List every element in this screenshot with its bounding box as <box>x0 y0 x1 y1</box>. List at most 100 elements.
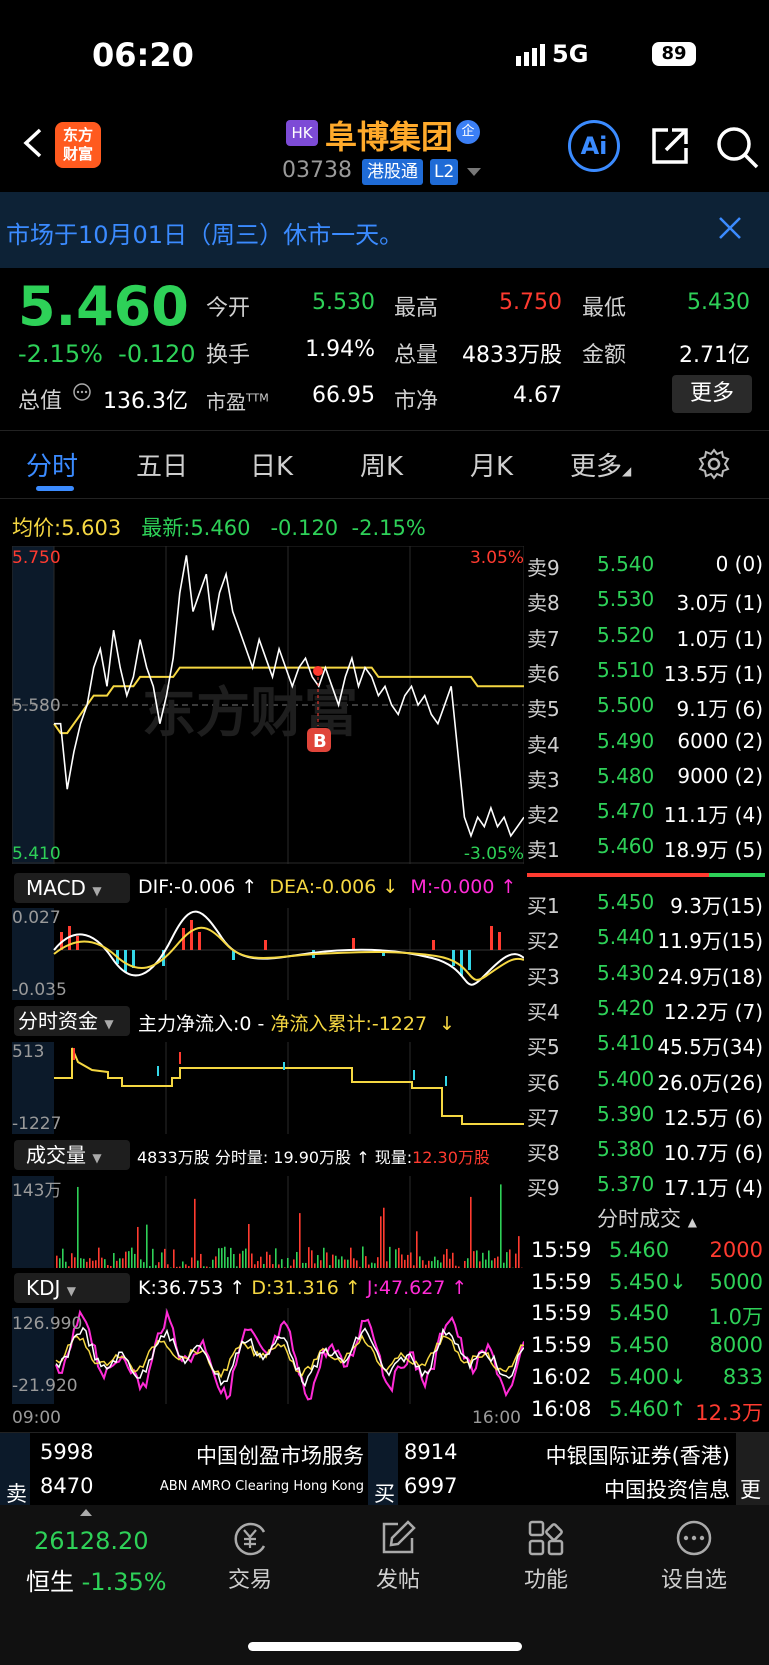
bid-row[interactable]: 买7 5.390 12.5万 (6) <box>527 1102 765 1134</box>
trade-time: 16:08 <box>531 1396 592 1421</box>
volume-bar <box>272 1264 274 1268</box>
fund-svg <box>12 1042 524 1134</box>
sell-broker-name[interactable]: 中国创盈市场服务 <box>174 1440 364 1470</box>
buy-broker-name[interactable]: 中银国际证券(香港) <box>500 1440 730 1470</box>
info-icon[interactable] <box>72 382 92 402</box>
volume-bar <box>65 1261 67 1268</box>
bid-row[interactable]: 买9 5.370 17.1万 (4) <box>527 1172 765 1204</box>
more-dots-icon[interactable] <box>674 1518 714 1558</box>
enterprise-badge: 企 <box>456 120 480 144</box>
tab-more[interactable]: 更多◢ <box>570 446 631 483</box>
search-icon[interactable] <box>714 124 760 170</box>
index-quote[interactable]: 恒生 -1.35% <box>26 1562 167 1597</box>
ask-volume: 9.1万 (6) <box>676 697 764 722</box>
ask-volume: 18.9万 (5) <box>663 838 763 863</box>
bid-row[interactable]: 买8 5.380 10.7万 (6) <box>527 1137 765 1169</box>
volume-bar <box>59 1258 61 1268</box>
tab-intraday[interactable]: 分时 <box>26 446 78 483</box>
volume-bar <box>233 1254 235 1268</box>
volume-bar <box>452 1252 454 1268</box>
tab-monthly-k[interactable]: 月K <box>470 446 513 483</box>
amount-label: 金额 <box>582 343 627 368</box>
sell-broker-name[interactable]: ABN AMRO Clearing Hong Kong <box>120 1479 364 1494</box>
ask-level: 卖7 <box>527 626 560 651</box>
nav-trade[interactable]: 交易 <box>210 1562 290 1594</box>
more-button[interactable]: 更多 <box>672 375 752 413</box>
trades-title[interactable]: 分时成交 ▲ <box>597 1203 697 1233</box>
bid-row[interactable]: 买5 5.410 45.5万(34) <box>527 1031 765 1063</box>
nav-function[interactable]: 功能 <box>506 1562 586 1594</box>
volume-bar <box>176 1266 178 1268</box>
ask-row[interactable]: 卖4 5.490 6000 (2) <box>527 729 765 761</box>
index-value[interactable]: 26128.20 <box>34 1527 149 1555</box>
nav-add-watchlist[interactable]: 设自选 <box>654 1562 734 1594</box>
bid-row[interactable]: 买2 5.440 11.9万(15) <box>527 925 765 957</box>
bid-price: 5.400 <box>597 1066 655 1091</box>
ask-row[interactable]: 卖8 5.530 3.0万 (1) <box>527 587 765 619</box>
volume-bar <box>149 1266 151 1268</box>
notice-text[interactable]: 市场于10月01日（周三）休市一天。 <box>6 215 403 250</box>
buy-broker-name[interactable]: 中国投资信息 <box>530 1474 730 1504</box>
chevron-down-icon[interactable] <box>467 168 481 176</box>
tab-five-day[interactable]: 五日 <box>136 446 188 483</box>
trade-volume: 5000 <box>709 1269 763 1294</box>
ask-row[interactable]: 卖1 5.460 18.9万 (5) <box>527 834 765 866</box>
kdj-selector[interactable]: KDJ ▼ <box>14 1273 130 1303</box>
ask-volume: 6000 (2) <box>677 728 763 753</box>
nav-post[interactable]: 发帖 <box>358 1562 438 1594</box>
volume-bar <box>125 1251 127 1268</box>
tab-weekly-k[interactable]: 周K <box>360 446 403 483</box>
volume-bar <box>302 1262 304 1268</box>
bid-volume: 24.9万(18) <box>657 964 763 989</box>
ask-row[interactable]: 卖5 5.500 9.1万 (6) <box>527 693 765 725</box>
volume-bar <box>494 1258 496 1268</box>
ask-row[interactable]: 卖6 5.510 13.5万 (1) <box>527 658 765 690</box>
bid-row[interactable]: 买6 5.400 26.0万(26) <box>527 1067 765 1099</box>
mktcap-label: 总值 <box>18 389 63 414</box>
close-icon[interactable] <box>718 216 742 240</box>
gear-icon[interactable] <box>698 448 730 480</box>
tab-daily-k[interactable]: 日K <box>250 446 293 483</box>
bid-row[interactable]: 买1 5.450 9.3万(15) <box>527 890 765 922</box>
volume-bar <box>155 1265 157 1268</box>
broker-more-button[interactable]: 更 <box>736 1433 769 1505</box>
bid-row[interactable]: 买3 5.430 24.9万(18) <box>527 961 765 993</box>
ask-row[interactable]: 卖2 5.470 11.1万 (4) <box>527 799 765 831</box>
pe-label: 市盈TTM <box>206 390 269 414</box>
post-icon[interactable] <box>378 1518 418 1558</box>
volume-bar <box>380 1216 382 1268</box>
volume-selector[interactable]: 成交量 ▼ <box>14 1140 130 1170</box>
volume-bar <box>128 1251 130 1268</box>
ask-price: 5.510 <box>597 657 655 682</box>
intraday-chart[interactable]: 东方财富 B 5.750 5.580 5.410 3.05% -3.05% <box>11 545 525 864</box>
volume-bar <box>353 1258 355 1268</box>
app-logo: 东方 财富 <box>55 122 101 168</box>
sell-broker-label: 卖 <box>6 1482 27 1506</box>
kdj-axis-top: 126.990 <box>12 1314 83 1334</box>
bid-row[interactable]: 买4 5.420 12.2万 (7) <box>527 996 765 1028</box>
ask-row[interactable]: 卖9 5.540 0 (0) <box>527 552 765 584</box>
volume-bar <box>215 1256 217 1268</box>
macd-selector[interactable]: MACD ▼ <box>14 873 130 903</box>
apps-icon[interactable] <box>526 1518 566 1558</box>
ai-button[interactable]: Ai <box>568 120 620 172</box>
fund-selector[interactable]: 分时资金 ▼ <box>14 1006 130 1036</box>
back-icon[interactable] <box>18 128 48 158</box>
volume-bar <box>326 1252 328 1268</box>
bid-level: 买1 <box>527 894 560 918</box>
stock-name[interactable]: 阜博集团 <box>325 112 453 158</box>
ask-row[interactable]: 卖7 5.520 1.0万 (1) <box>527 623 765 655</box>
amount-value: 2.71亿 <box>679 343 750 368</box>
volume-bar <box>134 1253 136 1268</box>
trade-icon[interactable] <box>230 1518 270 1558</box>
bid-price: 5.370 <box>597 1172 655 1197</box>
chevron-up-icon[interactable] <box>80 1509 92 1516</box>
share-icon[interactable] <box>648 124 692 168</box>
volume-bar <box>407 1254 409 1268</box>
trade-row: 16:02 5.400↓ 833 <box>527 1365 765 1395</box>
volume-bar <box>77 1186 79 1268</box>
volume-bar <box>317 1255 319 1268</box>
ask-row[interactable]: 卖3 5.480 9000 (2) <box>527 764 765 796</box>
trade-price: 5.460↑ <box>609 1396 687 1421</box>
volume-bar <box>206 1266 208 1268</box>
